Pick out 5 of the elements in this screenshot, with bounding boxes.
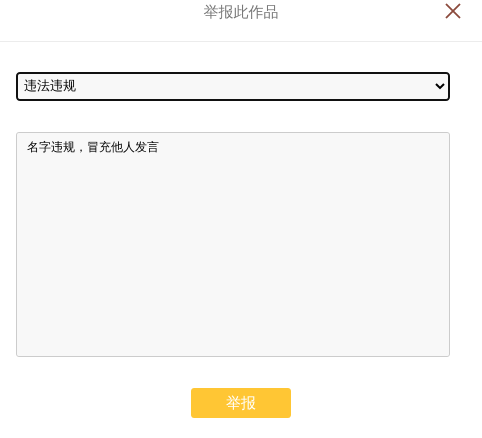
close-button[interactable]: [444, 2, 462, 20]
description-field[interactable]: 名字违规，冒充他人发言: [16, 132, 450, 357]
reason-dropdown[interactable]: 违法违规: [16, 72, 450, 101]
close-icon: [444, 2, 462, 20]
dialog-title: 举报此作品: [204, 3, 278, 22]
